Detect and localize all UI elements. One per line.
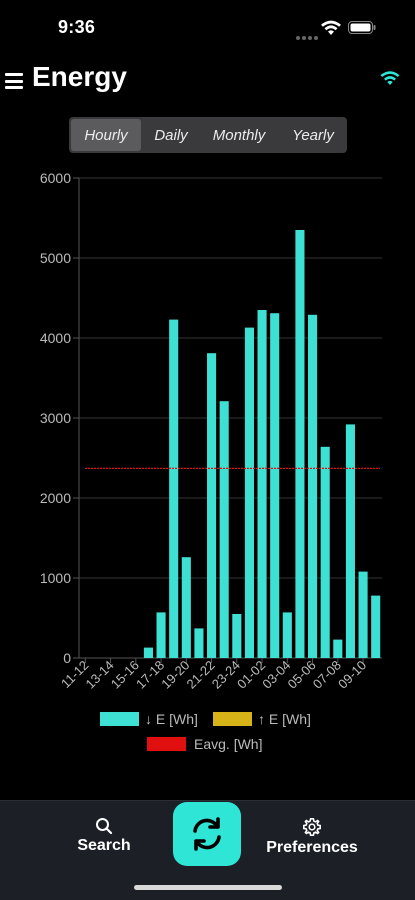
- tab-preferences[interactable]: Preferences: [262, 811, 362, 857]
- refresh-button[interactable]: [173, 802, 241, 866]
- bar-import-22-23: [219, 401, 229, 658]
- segment-yearly[interactable]: Yearly: [279, 117, 347, 153]
- bar-import-04-05: [295, 230, 305, 658]
- x-tick-label: 19-20: [158, 658, 192, 692]
- x-tick-label: 07-08: [310, 658, 344, 692]
- bar-import-19-20: [181, 557, 191, 658]
- legend-swatch-average: [147, 737, 186, 751]
- bar-import-05-06: [308, 314, 318, 658]
- legend-swatch-import: [100, 712, 139, 726]
- y-tick-label: 2000: [40, 490, 71, 506]
- bar-import-01-02: [257, 310, 267, 658]
- legend-label-average: Eavg. [Wh]: [194, 736, 262, 752]
- bar-import-00-01: [244, 327, 254, 658]
- x-tick-label: 15-16: [108, 658, 142, 692]
- bar-import-07-08: [333, 639, 343, 658]
- x-tick-label: 09-10: [335, 658, 369, 692]
- battery-icon: [348, 21, 376, 34]
- bar-import-08-09: [345, 424, 355, 658]
- bar-import-16-17: [143, 647, 153, 658]
- y-tick-label: 6000: [40, 170, 71, 186]
- legend-label-export: ↑ E [Wh]: [258, 711, 311, 727]
- gear-icon: [303, 818, 321, 836]
- bar-import-09-10: [358, 571, 368, 658]
- bar-import-17-18: [156, 612, 166, 658]
- x-tick-label: 13-14: [83, 658, 117, 692]
- signal-dots-icon: [296, 27, 320, 45]
- status-time: 9:36: [58, 17, 96, 37]
- search-icon: [96, 818, 113, 835]
- energy-chart-svg: 010002000300040005000600011-1213-1415-16…: [40, 170, 382, 752]
- y-tick-label: 5000: [40, 250, 71, 266]
- connection-wifi-icon[interactable]: [379, 70, 401, 86]
- y-tick-label: 1000: [40, 570, 71, 586]
- segment-daily[interactable]: Daily: [143, 117, 199, 153]
- x-tick-label: 01-02: [234, 658, 268, 692]
- tab-preferences-label: Preferences: [266, 839, 358, 856]
- bar-import-10-11: [371, 595, 381, 658]
- page-title: Energy: [32, 61, 127, 92]
- tab-search-label: Search: [77, 837, 131, 854]
- y-tick-label: 0: [63, 650, 71, 666]
- segment-monthly[interactable]: Monthly: [199, 117, 279, 153]
- status-bar: 9:36: [0, 0, 415, 56]
- y-tick-label: 4000: [40, 330, 71, 346]
- y-tick-label: 3000: [40, 410, 71, 426]
- x-tick-label: 23-24: [209, 658, 243, 692]
- refresh-icon: [193, 817, 221, 851]
- legend-label-import: ↓ E [Wh]: [145, 711, 198, 727]
- x-tick-label: 17-18: [133, 658, 167, 692]
- bar-import-20-21: [194, 628, 204, 658]
- x-tick-label: 21-22: [184, 658, 218, 692]
- home-indicator: [134, 885, 282, 890]
- tab-search[interactable]: Search: [72, 811, 136, 855]
- x-tick-label: 03-04: [259, 658, 293, 692]
- legend-swatch-export: [213, 712, 252, 726]
- period-segmented-control: Hourly Daily Monthly Yearly: [69, 117, 347, 153]
- segment-hourly[interactable]: Hourly: [71, 119, 141, 151]
- wifi-icon: [321, 20, 341, 35]
- screen: 9:36 Energy Hourly Daily Monthly Yearly …: [0, 0, 415, 900]
- bar-import-23-24: [232, 614, 242, 658]
- bar-import-06-07: [320, 446, 330, 658]
- bar-import-18-19: [169, 319, 179, 658]
- bar-import-02-03: [270, 313, 280, 658]
- bar-import-03-04: [282, 612, 292, 658]
- bar-import-21-22: [207, 353, 217, 658]
- menu-icon[interactable]: [5, 73, 23, 89]
- header: Energy: [0, 56, 415, 108]
- energy-chart: 0 1000 2000 3000 4000 5000 6000 11-12 13-14 15-16…: [0, 165, 415, 765]
- x-tick-label: 05-06: [285, 658, 319, 692]
